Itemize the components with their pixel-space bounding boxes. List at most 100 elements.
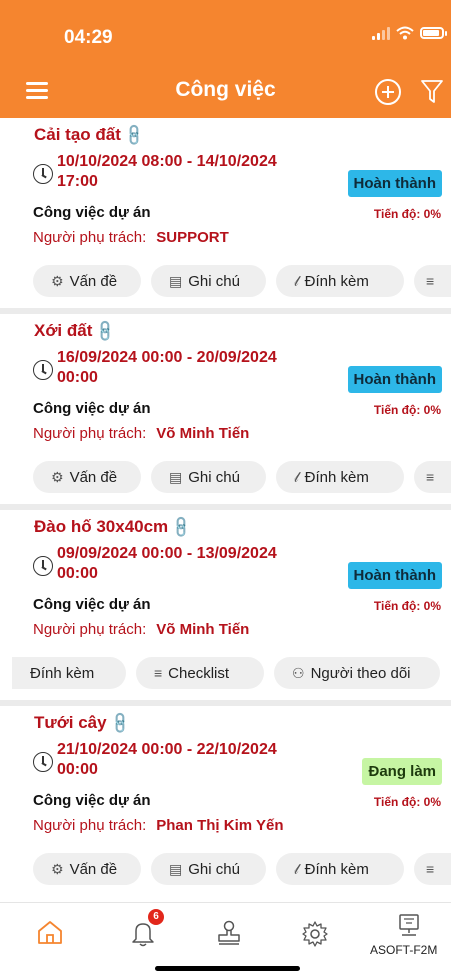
- task-type: Công việc dự án: [33, 204, 151, 221]
- gear-icon[interactable]: [300, 919, 330, 949]
- checklist-icon: ≡: [426, 861, 435, 877]
- owner-label: Người phụ trách:: [33, 425, 147, 442]
- attachment-chip[interactable]: 𝓁 Đính kèm: [276, 265, 404, 297]
- task-type: Công việc dự án: [33, 400, 151, 417]
- followers-chip[interactable]: ⚇ Người theo dõi: [274, 657, 440, 689]
- clock-icon: [33, 360, 53, 380]
- owner-name: Võ Minh Tiến: [156, 425, 250, 442]
- home-icon[interactable]: [36, 919, 64, 945]
- note-chip[interactable]: ▤ Ghi chú: [151, 853, 266, 885]
- notification-badge: 6: [148, 909, 164, 925]
- date-range: 10/10/2024 08:00 - 14/10/2024 17:00: [57, 152, 337, 192]
- link-icon: 🔗: [93, 318, 119, 344]
- chip-label: Đính kèm: [304, 468, 369, 486]
- task-list[interactable]: Cải tạo đất 🔗 10/10/2024 08:00 - 14/10/2…: [0, 118, 451, 902]
- attachment-chip[interactable]: 𝓁 Đính kèm: [276, 853, 404, 885]
- signal-icon: [372, 26, 390, 40]
- checklist-chip[interactable]: ≡: [414, 265, 451, 297]
- bug-icon: ⚙: [51, 860, 64, 877]
- status-badge: Hoàn thành: [347, 562, 442, 589]
- add-icon[interactable]: [375, 79, 401, 105]
- action-chips: ⚙ Vấn đề ▤ Ghi chú 𝓁 Đính kèm ≡: [0, 851, 451, 891]
- paperclip-icon: 𝓁: [294, 272, 299, 289]
- checklist-chip[interactable]: ≡ Checklist: [136, 657, 264, 689]
- task-title[interactable]: Cải tạo đất 🔗: [34, 122, 148, 148]
- pos-terminal-icon[interactable]: [396, 913, 422, 939]
- chip-label: Đính kèm: [30, 664, 95, 682]
- link-icon: 🔗: [107, 710, 133, 736]
- attachment-chip[interactable]: 𝓁 Đính kèm: [276, 461, 404, 493]
- note-icon: ▤: [169, 468, 183, 485]
- paperclip-icon: 𝓁: [294, 468, 299, 485]
- action-chips: ⚙ Vấn đề ▤ Ghi chú 𝓁 Đính kèm ≡: [0, 263, 451, 303]
- date-end-time: 17:00: [57, 173, 98, 190]
- issue-chip[interactable]: ⚙ Vấn đề: [33, 853, 141, 885]
- progress-text: Tiến độ: 0%: [373, 599, 441, 613]
- clock-icon: [33, 556, 53, 576]
- date-range: 21/10/2024 00:00 - 22/10/2024 00:00: [57, 740, 337, 780]
- issue-chip[interactable]: ⚙ Vấn đề: [33, 265, 141, 297]
- chip-label: Đính kèm: [304, 272, 369, 290]
- chip-label: Vấn đề: [69, 860, 118, 878]
- issue-chip[interactable]: ⚙ Vấn đề: [33, 461, 141, 493]
- note-icon: ▤: [169, 860, 183, 877]
- chip-label: Người theo dõi: [310, 664, 411, 682]
- task-type: Công việc dự án: [33, 792, 151, 809]
- task-title-text: Cải tạo đất: [34, 125, 121, 144]
- chip-label: Checklist: [168, 664, 230, 682]
- link-icon: 🔗: [121, 122, 148, 148]
- status-badge: Đang làm: [362, 758, 442, 785]
- note-icon: ▤: [169, 272, 183, 289]
- note-chip[interactable]: ▤ Ghi chú: [151, 461, 266, 493]
- task-card[interactable]: Tưới cây 🔗 21/10/2024 00:00 - 22/10/2024…: [0, 706, 451, 902]
- owner-label: Người phụ trách:: [33, 817, 147, 834]
- checklist-icon: ≡: [426, 469, 435, 485]
- chip-label: Vấn đề: [69, 468, 118, 486]
- progress-text: Tiến độ: 0%: [373, 207, 441, 221]
- task-title[interactable]: Xới đất 🔗: [34, 319, 119, 344]
- task-title-text: Tưới cây: [34, 713, 107, 732]
- checklist-chip[interactable]: ≡: [414, 853, 451, 885]
- task-card[interactable]: Xới đất 🔗 16/09/2024 00:00 - 20/09/2024 …: [0, 314, 451, 504]
- date-range: 16/09/2024 00:00 - 20/09/2024 00:00: [57, 348, 337, 388]
- task-title-text: Đào hố 30x40cm: [34, 517, 169, 536]
- task-card[interactable]: Đào hố 30x40cm 🔗 09/09/2024 00:00 - 13/0…: [0, 510, 451, 700]
- owner-name: Phan Thị Kim Yến: [156, 817, 284, 834]
- bug-icon: ⚙: [51, 468, 64, 485]
- home-indicator: [155, 966, 300, 971]
- task-type: Công việc dự án: [33, 596, 151, 613]
- date-start-end: 16/09/2024 00:00 - 20/09/2024: [57, 349, 277, 366]
- note-chip[interactable]: ▤ Ghi chú: [151, 265, 266, 297]
- app-header: 04:29 Công việc: [0, 0, 451, 118]
- progress-text: Tiến độ: 0%: [373, 795, 441, 809]
- chip-label: Vấn đề: [69, 272, 118, 290]
- owner-row: Người phụ trách: Phan Thị Kim Yến: [33, 817, 284, 834]
- link-icon: 🔗: [169, 514, 195, 540]
- task-card[interactable]: Cải tạo đất 🔗 10/10/2024 08:00 - 14/10/2…: [0, 118, 451, 308]
- bug-icon: ⚙: [51, 272, 64, 289]
- checklist-chip[interactable]: ≡: [414, 461, 451, 493]
- people-icon: ⚇: [292, 664, 305, 681]
- filter-icon[interactable]: [420, 79, 444, 105]
- stamp-icon[interactable]: [214, 919, 244, 947]
- task-title[interactable]: Tưới cây 🔗: [34, 711, 133, 736]
- date-end-time: 00:00: [57, 761, 98, 778]
- date-end-time: 00:00: [57, 565, 98, 582]
- tab-label[interactable]: ASOFT-F2M: [370, 943, 437, 957]
- owner-name: Võ Minh Tiến: [156, 621, 250, 638]
- date-end-time: 00:00: [57, 369, 98, 386]
- checklist-icon: ≡: [426, 273, 435, 289]
- owner-row: Người phụ trách: Võ Minh Tiến: [33, 621, 249, 638]
- date-start-end: 10/10/2024 08:00 - 14/10/2024: [57, 153, 277, 170]
- action-chips: Đính kèm ≡ Checklist ⚇ Người theo dõi: [0, 655, 451, 695]
- task-title-text: Xới đất: [34, 321, 93, 340]
- task-title[interactable]: Đào hố 30x40cm 🔗: [34, 515, 195, 540]
- chip-label: Ghi chú: [188, 468, 240, 486]
- chip-label: Ghi chú: [188, 272, 240, 290]
- progress-text: Tiến độ: 0%: [373, 403, 441, 417]
- owner-label: Người phụ trách:: [33, 621, 147, 638]
- date-range: 09/09/2024 00:00 - 13/09/2024 00:00: [57, 544, 337, 584]
- chip-label: Đính kèm: [304, 860, 369, 878]
- checklist-icon: ≡: [154, 665, 163, 681]
- attachment-chip[interactable]: Đính kèm: [12, 657, 126, 689]
